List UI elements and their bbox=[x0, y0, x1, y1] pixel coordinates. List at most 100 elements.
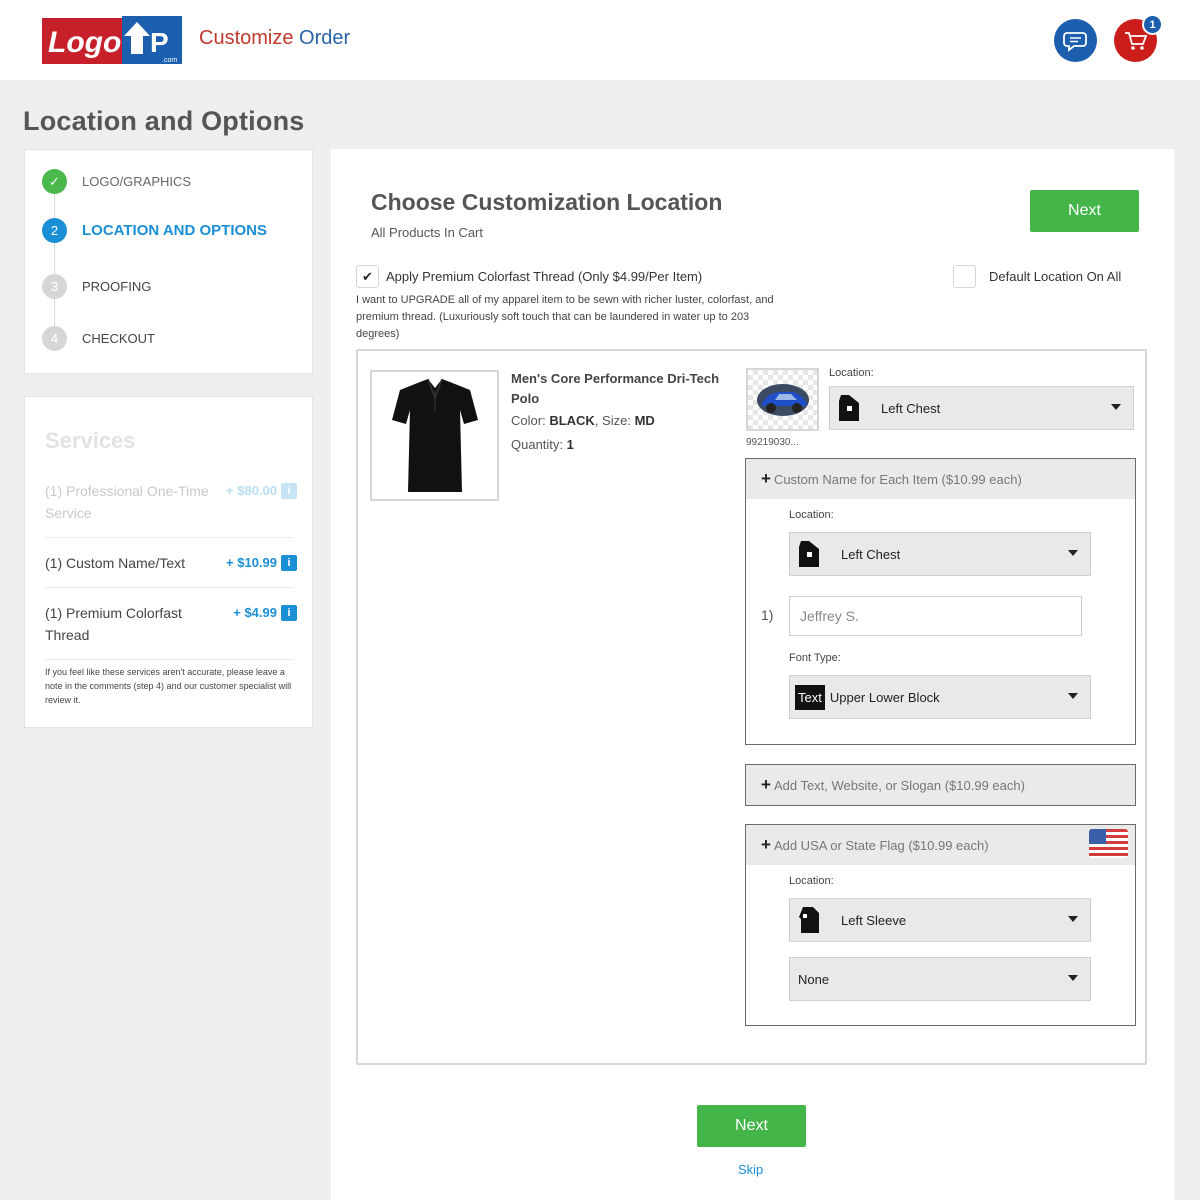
step-proofing: 3 PROOFING bbox=[42, 274, 151, 299]
location-label: Location: bbox=[789, 509, 834, 521]
product-color-size: Color: BLACK, Size: MD bbox=[511, 413, 655, 428]
logoup-logo[interactable]: Logo P .com bbox=[42, 14, 184, 68]
section-subtitle: All Products In Cart bbox=[371, 225, 483, 240]
cart-icon bbox=[1124, 31, 1147, 50]
step-number: 3 bbox=[42, 274, 67, 299]
chevron-down-icon bbox=[1068, 975, 1078, 981]
flag-section: + Add USA or State Flag ($10.99 each) Lo… bbox=[745, 824, 1136, 1026]
size-value: MD bbox=[634, 413, 655, 428]
logo-thumbnail[interactable] bbox=[746, 368, 819, 431]
step-logo-graphics[interactable]: ✓ LOGO/GRAPHICS bbox=[42, 169, 191, 194]
custom-name-input[interactable]: Jeffrey S. bbox=[789, 596, 1082, 636]
plus-icon: + bbox=[761, 469, 771, 488]
service-item: (1) Professional One-Time Service + $80.… bbox=[45, 480, 297, 524]
step-label: CHECKOUT bbox=[82, 331, 155, 346]
color-value: BLACK bbox=[549, 413, 595, 428]
add-text-header[interactable]: + Add Text, Website, or Slogan ($10.99 e… bbox=[746, 765, 1135, 805]
flag-choice-value: None bbox=[798, 971, 830, 987]
services-panel: Services (1) Professional One-Time Servi… bbox=[24, 396, 313, 728]
step-label: PROOFING bbox=[82, 279, 152, 294]
svg-text:P: P bbox=[150, 27, 169, 58]
left-sleeve-icon bbox=[795, 903, 823, 937]
text-font-icon: Text bbox=[795, 684, 825, 710]
custom-name-section: + Custom Name for Each Item ($10.99 each… bbox=[745, 458, 1136, 745]
divider bbox=[45, 659, 293, 660]
location-value: Left Chest bbox=[881, 400, 941, 416]
checkmark-icon: ✔ bbox=[362, 268, 373, 284]
chevron-down-icon bbox=[1068, 550, 1078, 556]
next-button-bottom[interactable]: Next bbox=[697, 1105, 806, 1147]
header-title-part2: Order bbox=[299, 27, 351, 49]
size-label: Size: bbox=[602, 413, 631, 428]
next-button-top[interactable]: Next bbox=[1030, 190, 1139, 232]
flag-header-label: Add USA or State Flag ($10.99 each) bbox=[773, 837, 989, 853]
section-title: Choose Customization Location bbox=[371, 189, 723, 215]
font-type-label: Font Type: bbox=[789, 652, 841, 664]
services-note: If you feel like these services aren't a… bbox=[45, 667, 292, 705]
font-type-dropdown[interactable]: Text Upper Lower Block bbox=[789, 675, 1091, 719]
service-price: + $4.99 bbox=[233, 605, 277, 620]
color-label: Color: bbox=[511, 413, 546, 428]
service-name: (1) Custom Name/Text bbox=[45, 555, 186, 571]
steps-connector bbox=[54, 185, 55, 340]
chevron-down-icon bbox=[1068, 693, 1078, 699]
main-location-dropdown[interactable]: Left Chest bbox=[829, 386, 1134, 430]
left-chest-icon bbox=[835, 391, 863, 425]
top-bar: Logo P .com Customize Order 1 bbox=[0, 0, 1200, 80]
service-name: (1) Professional One-Time Service bbox=[45, 483, 209, 521]
step-location-options[interactable]: 2 LOCATION AND OPTIONS bbox=[42, 218, 267, 243]
default-location-checkbox[interactable] bbox=[953, 265, 976, 288]
product-name: Men's Core Performance Dri-Tech Polo bbox=[511, 371, 720, 406]
info-icon[interactable]: i bbox=[281, 555, 297, 571]
product-image bbox=[370, 370, 499, 501]
location-value: Left Chest bbox=[841, 546, 901, 562]
skip-link[interactable]: Skip bbox=[738, 1162, 763, 1177]
step-number: 4 bbox=[42, 326, 67, 351]
flag-location-dropdown[interactable]: Left Sleeve bbox=[789, 898, 1091, 942]
step-label: LOGO/GRAPHICS bbox=[82, 174, 192, 189]
logo-caption: 99219030... bbox=[746, 437, 799, 448]
location-label: Location: bbox=[829, 367, 874, 379]
location-value: Left Sleeve bbox=[841, 912, 907, 928]
service-item: (1) Premium Colorfast Thread + $4.99 i bbox=[45, 602, 297, 646]
svg-text:.com: .com bbox=[162, 57, 177, 64]
service-price: + $80.00 bbox=[226, 483, 277, 498]
polo-shirt-icon bbox=[391, 378, 478, 492]
divider bbox=[45, 587, 293, 588]
service-price: + $10.99 bbox=[226, 555, 277, 570]
premium-thread-checkbox[interactable]: ✔ bbox=[356, 265, 379, 288]
step-number: 2 bbox=[42, 218, 67, 243]
location-label: Location: bbox=[789, 875, 834, 887]
chevron-down-icon bbox=[1111, 404, 1121, 410]
info-icon[interactable]: i bbox=[281, 605, 297, 621]
quantity-label: Quantity: bbox=[511, 437, 564, 452]
chat-button[interactable] bbox=[1054, 19, 1097, 62]
default-location-label: Default Location On All bbox=[989, 269, 1122, 284]
service-item: (1) Custom Name/Text + $10.99 i bbox=[45, 552, 297, 574]
plus-icon: + bbox=[761, 775, 771, 794]
divider bbox=[45, 537, 293, 538]
page-title: Location and Options bbox=[23, 106, 305, 136]
custom-name-location-dropdown[interactable]: Left Chest bbox=[789, 532, 1091, 576]
product-card: Men's Core Performance Dri-Tech Polo Col… bbox=[356, 349, 1147, 1065]
step-label: LOCATION AND OPTIONS bbox=[82, 222, 267, 239]
add-text-section[interactable]: + Add Text, Website, or Slogan ($10.99 e… bbox=[745, 764, 1136, 806]
custom-name-header-label: Custom Name for Each Item ($10.99 each) bbox=[773, 471, 1022, 487]
chat-icon bbox=[1062, 31, 1087, 52]
svg-text:Logo: Logo bbox=[48, 26, 121, 59]
header-title: Customize Order bbox=[199, 27, 350, 50]
left-chest-icon bbox=[795, 537, 823, 571]
custom-name-header[interactable]: + Custom Name for Each Item ($10.99 each… bbox=[746, 459, 1135, 499]
product-quantity: Quantity: 1 bbox=[511, 437, 574, 452]
check-icon: ✓ bbox=[42, 169, 67, 194]
service-name: (1) Premium Colorfast Thread bbox=[45, 605, 182, 643]
steps-panel: ✓ LOGO/GRAPHICS 2 LOCATION AND OPTIONS 3… bbox=[24, 149, 313, 374]
flag-header[interactable]: + Add USA or State Flag ($10.99 each) bbox=[746, 825, 1135, 865]
services-title: Services bbox=[45, 428, 136, 453]
car-logo-icon bbox=[756, 383, 809, 416]
font-type-value: Upper Lower Block bbox=[829, 689, 940, 705]
premium-thread-label: Apply Premium Colorfast Thread (Only $4.… bbox=[386, 269, 703, 284]
info-icon[interactable]: i bbox=[281, 483, 297, 499]
flag-choice-dropdown[interactable]: None bbox=[789, 957, 1091, 1001]
add-text-header-label: Add Text, Website, or Slogan ($10.99 eac… bbox=[773, 777, 1025, 793]
